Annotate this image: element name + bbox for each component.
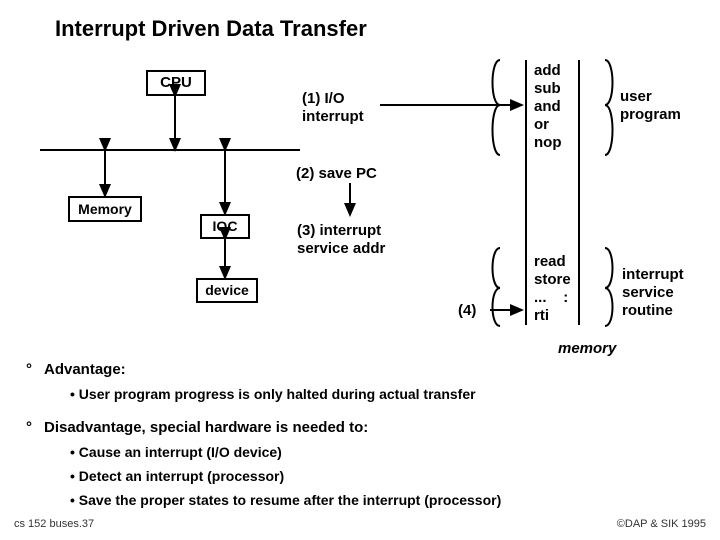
memory-label: memory	[558, 340, 616, 357]
page-title: Interrupt Driven Data Transfer	[55, 16, 367, 42]
advantage-item-1: • User program progress is only halted d…	[70, 382, 501, 406]
bullet-list: °Advantage: • User program progress is o…	[26, 358, 501, 512]
ioc-block: IOC	[200, 214, 250, 239]
instr-dots: ... :	[534, 289, 571, 307]
interrupt-service-routine-label: interruptserviceroutine	[622, 266, 684, 320]
disadvantage-item-2: • Detect an interrupt (processor)	[70, 464, 501, 488]
instr-sub: sub	[534, 80, 562, 98]
service-routine-instructions: read store ... : rti	[534, 253, 571, 325]
memory-block: Memory	[68, 196, 142, 222]
step-2-label: (2) save PC	[296, 165, 377, 183]
footer-right: ©DAP & SIK 1995	[617, 518, 706, 530]
user-program-instructions: add sub and or nop	[534, 62, 562, 152]
step-1-label: (1) I/Ointerrupt	[302, 90, 364, 126]
instr-add: add	[534, 62, 562, 80]
instr-rti: rti	[534, 307, 571, 325]
footer-left: cs 152 buses.37	[14, 518, 94, 530]
instr-and: and	[534, 98, 562, 116]
user-program-label: userprogram	[620, 88, 681, 124]
instr-read: read	[534, 253, 571, 271]
disadvantage-item-3: • Save the proper states to resume after…	[70, 488, 501, 512]
disadvantage-item-1: • Cause an interrupt (I/O device)	[70, 440, 501, 464]
cpu-block: CPU	[146, 70, 206, 96]
advantage-heading: °Advantage:	[26, 358, 501, 382]
instr-store: store	[534, 271, 571, 289]
instr-or: or	[534, 116, 562, 134]
step-4-label: (4)	[458, 302, 476, 320]
step-3-label: (3) interruptservice addr	[297, 222, 385, 258]
instr-nop: nop	[534, 134, 562, 152]
device-block: device	[196, 278, 258, 303]
disadvantage-heading: °Disadvantage, special hardware is neede…	[26, 416, 501, 440]
